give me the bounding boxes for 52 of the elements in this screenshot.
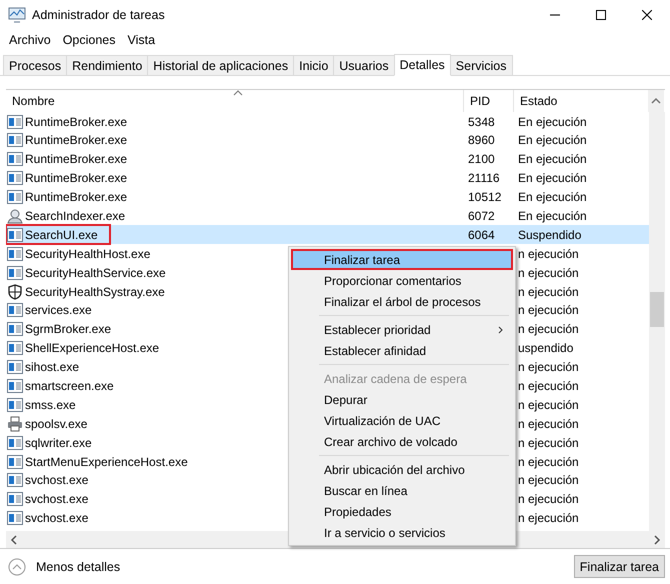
table-cell-text: n ejecución <box>517 378 580 393</box>
table-cell: SearchIndexer.exe <box>25 208 126 223</box>
table-cell-text: En ejecución <box>517 208 588 223</box>
table-cell: svchost.exe <box>25 473 88 488</box>
table-cell-text: 2100 <box>467 152 496 166</box>
table-cell: StartMenuExperienceHost.exe <box>25 454 188 469</box>
table-cell-text: 6064 <box>467 228 496 242</box>
table-cell-text: n ejecución <box>517 303 580 318</box>
table-cell-text: n ejecución <box>517 360 580 374</box>
table-cell-text: En ejecución <box>517 114 588 128</box>
table-cell-text: 8960 <box>467 133 496 148</box>
table-cell-text: n ejecución <box>517 398 580 412</box>
table-cell: smartscreen.exe <box>25 378 114 393</box>
table-cell: SearchUI.exe <box>25 228 98 242</box>
table-cell: sqlwriter.exe <box>25 436 92 450</box>
table-cell-text: n ejecución <box>517 473 580 488</box>
table-cell-text: En ejecución <box>517 190 588 204</box>
table-cell-text: n ejecución <box>517 322 580 336</box>
table-cell: RuntimeBroker.exe <box>25 114 128 128</box>
table-cell: services.exe <box>25 303 92 318</box>
table-cell: smss.exe <box>25 398 76 412</box>
table-cell-text: En ejecución <box>517 133 588 148</box>
table-cell-text: 5348 <box>467 114 496 128</box>
table-cell-text: 21116 <box>467 171 501 186</box>
table-cell-text: uspendido <box>517 341 574 356</box>
table-cell: RuntimeBroker.exe <box>25 171 128 186</box>
table-cell-text: n ejecución <box>517 454 580 469</box>
table-cell: RuntimeBroker.exe <box>25 152 128 166</box>
table-cell-text: n ejecución <box>517 436 580 450</box>
table-cell: RuntimeBroker.exe <box>25 133 128 148</box>
table-cell-text: En ejecución <box>517 152 588 166</box>
table-cell: SecurityHealthHost.exe <box>25 246 150 261</box>
table-cell-text: 6072 <box>467 208 496 223</box>
table-cell: SecurityHealthSystray.exe <box>25 284 165 299</box>
table-cell-text: n ejecución <box>517 246 580 261</box>
table-cell-text: 10512 <box>467 190 502 204</box>
table-cell: SecurityHealthService.exe <box>25 266 166 280</box>
window-title: Administrador de tareas <box>32 8 166 22</box>
table-cell-text: n ejecución <box>517 492 580 506</box>
table-cell: RuntimeBroker.exe <box>25 190 128 204</box>
table-cell-text: n ejecución <box>517 266 580 280</box>
table-cell-text: n ejecución <box>517 284 580 299</box>
table-cell-text: n ejecución <box>517 511 580 526</box>
table-cell: svchost.exe <box>25 511 88 526</box>
table-cell: ShellExperienceHost.exe <box>25 341 160 356</box>
table-cell: SgrmBroker.exe <box>25 322 112 336</box>
table-cell-text: Suspendido <box>517 228 582 242</box>
table-cell-text: n ejecución <box>517 416 580 431</box>
table-cell: svchost.exe <box>25 492 88 506</box>
table-cell-text: En ejecución <box>517 171 588 186</box>
table-cell: sihost.exe <box>25 360 80 374</box>
table-cell: spoolsv.exe <box>25 416 88 431</box>
